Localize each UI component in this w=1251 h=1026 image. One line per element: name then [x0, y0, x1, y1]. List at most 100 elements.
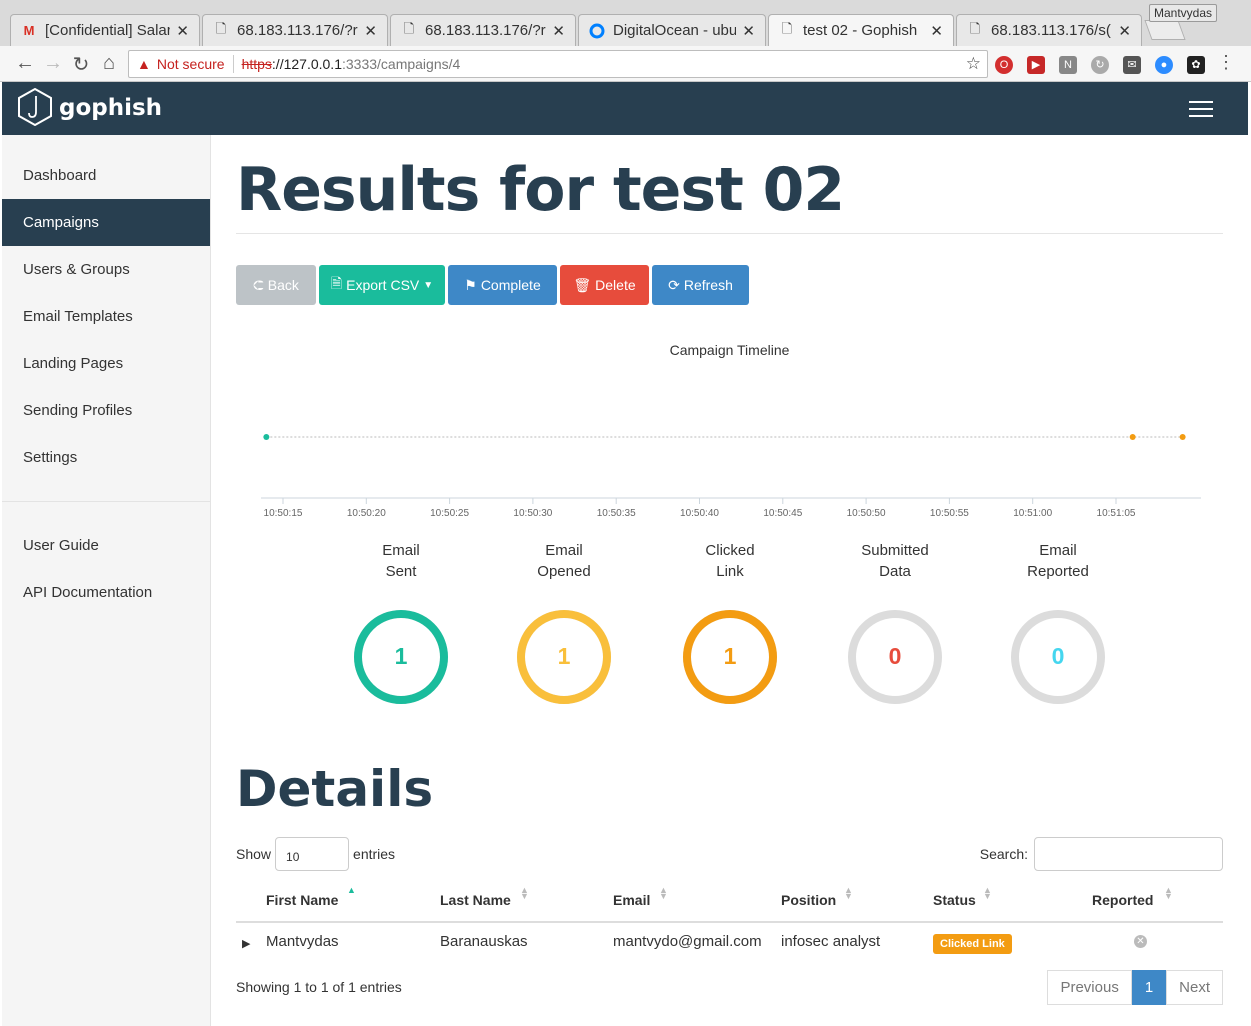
close-icon[interactable]: ✕: [930, 22, 943, 40]
entries-length-control: Show 10 entries: [236, 837, 395, 871]
tab-title: DigitalOcean - ubun: [613, 22, 737, 39]
sync-extension-icon[interactable]: ↻: [1091, 56, 1109, 74]
expand-row-icon[interactable]: ▶: [242, 937, 250, 950]
trash-icon: 🗑: [573, 276, 592, 293]
home-icon[interactable]: ⌂: [97, 52, 121, 75]
gophish-logo-icon[interactable]: [18, 88, 52, 126]
column-header-position[interactable]: Position: [781, 892, 836, 922]
pagination: Previous 1 Next: [1047, 970, 1223, 1005]
sidebar-item-api-documentation[interactable]: API Documentation: [2, 569, 210, 616]
page-icon: 🗋: [215, 20, 227, 36]
column-header-status[interactable]: Status: [933, 892, 976, 922]
complete-button[interactable]: ⚑ Complete: [448, 265, 557, 305]
profile-button[interactable]: Mantvydas: [1149, 4, 1218, 22]
timeline-tick-label: 10:50:40: [680, 508, 719, 519]
column-header-last-name[interactable]: Last Name: [440, 892, 511, 922]
address-bar[interactable]: ▲ Not secure https ://127.0.0.1 :3333/ca…: [128, 50, 988, 78]
back-arrow-icon[interactable]: ←: [13, 52, 37, 75]
sidebar-item-users-groups[interactable]: Users & Groups: [2, 246, 210, 293]
timeline-tick-label: 10:50:35: [597, 508, 636, 519]
column-header-reported[interactable]: Reported: [1092, 892, 1153, 922]
media-extension-icon[interactable]: ▶: [1027, 56, 1045, 74]
menu-dots-icon[interactable]: ⋮: [1214, 52, 1238, 73]
sidebar-item-dashboard[interactable]: Dashboard: [2, 152, 210, 199]
mail-extension-icon[interactable]: ✉: [1123, 56, 1141, 74]
timeline-tick-label: 10:50:20: [347, 508, 386, 519]
cell-first-name: Mantvydas: [266, 933, 339, 950]
close-icon[interactable]: ✕: [552, 22, 565, 40]
warning-icon: ▲: [137, 56, 151, 72]
sidebar-item-campaigns[interactable]: Campaigns: [2, 199, 210, 246]
sidebar-item-email-templates[interactable]: Email Templates: [2, 293, 210, 340]
search-label: Search:: [979, 846, 1028, 862]
stat-label-line: Link: [716, 563, 744, 580]
timeline-tick-label: 10:50:55: [930, 508, 969, 519]
file-excel-icon: 🗎: [330, 275, 343, 291]
browser-tab[interactable]: 🗋 68.183.113.176/s( ✕: [956, 14, 1142, 46]
column-header-email[interactable]: Email: [613, 892, 650, 922]
reload-icon[interactable]: ↻: [69, 52, 93, 77]
timeline-tick-label: 10:51:05: [1097, 508, 1136, 519]
sidebar-item-landing-pages[interactable]: Landing Pages: [2, 340, 210, 387]
brand-name[interactable]: gophish: [59, 95, 162, 121]
flag-checkered-icon: ⚑: [464, 276, 477, 293]
stat-label-email-sent: Email Sent: [336, 540, 466, 582]
tab-title: 68.183.113.176/?r: [237, 22, 358, 39]
timeline-tick-label: 10:50:15: [264, 508, 303, 519]
new-tab-button[interactable]: [1144, 20, 1186, 40]
timeline-tick-label: 10:51:00: [1013, 508, 1052, 519]
close-icon[interactable]: ✕: [176, 22, 189, 40]
stat-label-line: Opened: [537, 563, 591, 580]
app-navbar: gophish: [2, 82, 1248, 135]
export-csv-button[interactable]: 🗎 Export CSV ▼: [319, 265, 445, 305]
stat-label-email-reported: Email Reported: [993, 540, 1123, 582]
forward-arrow-icon[interactable]: →: [41, 52, 65, 75]
column-label: Status: [933, 892, 976, 908]
stat-label-line: Reported: [1027, 563, 1089, 580]
browser-tab-active[interactable]: 🗋 test 02 - Gophish ✕: [768, 14, 954, 46]
back-button[interactable]: ⮈ Back: [236, 265, 316, 305]
sort-icon: ▲ ▼: [983, 885, 992, 901]
browser-tab[interactable]: 🗋 68.183.113.176/?r ✕: [390, 14, 576, 46]
column-label: First Name: [266, 892, 339, 908]
stat-label-clicked-link: Clicked Link: [665, 540, 795, 582]
sort-asc-icon: ▲: [347, 885, 356, 895]
stat-label-line: Clicked: [705, 542, 755, 559]
stat-label-line: Sent: [385, 563, 417, 580]
sidebar-item-user-guide[interactable]: User Guide: [2, 522, 210, 569]
close-icon[interactable]: ✕: [364, 22, 377, 40]
url-host: ://127.0.0.1: [271, 56, 342, 72]
previous-page-button[interactable]: Previous: [1047, 970, 1132, 1005]
page-1-button[interactable]: 1: [1131, 970, 1167, 1005]
bookmark-star-icon[interactable]: ☆: [966, 54, 981, 74]
close-icon[interactable]: ✕: [1118, 22, 1131, 40]
opera-extension-icon[interactable]: O: [995, 56, 1013, 74]
stat-label-line: Data: [879, 563, 911, 580]
delete-button[interactable]: 🗑 Delete: [560, 265, 649, 305]
nb-extension-icon[interactable]: N: [1059, 56, 1077, 74]
entries-select[interactable]: 10: [275, 837, 350, 871]
sort-icon: ▲ ▼: [844, 885, 853, 901]
browser-tab[interactable]: 🗋 68.183.113.176/?r ✕: [202, 14, 388, 46]
sidebar-item-settings[interactable]: Settings: [2, 434, 210, 481]
search-input[interactable]: [1034, 837, 1223, 871]
refresh-button[interactable]: ⟳ Refresh: [652, 265, 749, 305]
hunter-extension-icon[interactable]: ✿: [1187, 56, 1205, 74]
browser-tab[interactable]: DigitalOcean - ubun ✕: [578, 14, 766, 46]
sidebar: Dashboard Campaigns Users & Groups Email…: [2, 135, 211, 1026]
close-icon[interactable]: ✕: [742, 22, 755, 40]
next-page-button[interactable]: Next: [1166, 970, 1223, 1005]
column-label: Email: [613, 892, 651, 908]
browser-tab[interactable]: M [Confidential] Salary ✕: [10, 14, 200, 46]
timeline-tick-label: 10:50:25: [430, 508, 469, 519]
security-label[interactable]: Not secure: [157, 56, 225, 72]
arrow-circle-left-icon: ⮈: [253, 276, 264, 293]
zoom-extension-icon[interactable]: ●: [1155, 56, 1173, 74]
hamburger-menu-icon[interactable]: [1189, 101, 1213, 117]
complete-button-label: Complete: [480, 277, 541, 293]
stat-value: 0: [1052, 643, 1065, 669]
sidebar-item-sending-profiles[interactable]: Sending Profiles: [2, 387, 210, 434]
entries-label: entries: [353, 846, 396, 862]
timeline-event-point: [1179, 434, 1186, 440]
column-header-first-name[interactable]: First Name: [266, 892, 338, 922]
